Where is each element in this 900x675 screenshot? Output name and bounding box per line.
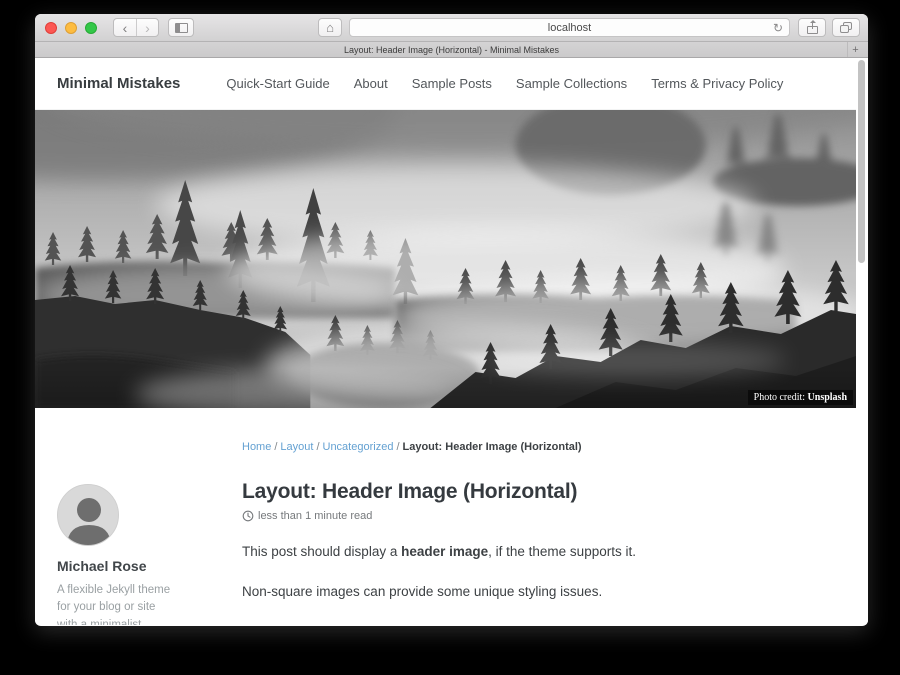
url-input[interactable] — [350, 22, 789, 34]
read-time: less than 1 minute read — [258, 510, 372, 522]
zoom-button[interactable] — [85, 22, 97, 34]
tab-title[interactable]: Layout: Header Image (Horizontal) - Mini… — [344, 45, 559, 55]
site-nav: Quick-Start Guide About Sample Posts Sam… — [226, 76, 783, 91]
tab-bar: Layout: Header Image (Horizontal) - Mini… — [35, 42, 868, 58]
avatar — [57, 484, 119, 546]
address-bar: ↻ — [349, 18, 790, 37]
share-button[interactable] — [798, 18, 826, 37]
forward-button[interactable]: › — [136, 19, 158, 36]
traffic-lights — [45, 22, 97, 34]
browser-toolbar: ‹ › ⌂ ↻ — [35, 14, 868, 42]
reload-icon[interactable]: ↻ — [773, 21, 783, 35]
breadcrumb-layout[interactable]: Layout — [280, 441, 313, 453]
breadcrumb: Home/Layout/Uncategorized/Layout: Header… — [242, 441, 794, 453]
author-bio: A flexible Jekyll theme for your blog or… — [57, 582, 179, 625]
history-buttons: ‹ › — [113, 18, 159, 37]
breadcrumb-separator: / — [396, 441, 399, 453]
web-page: Minimal Mistakes Quick-Start Guide About… — [35, 58, 856, 625]
nav-item-about[interactable]: About — [354, 76, 388, 91]
photo-credit-label: Photo credit: — [754, 392, 808, 403]
post-body: This post should display a header image,… — [242, 543, 794, 625]
breadcrumb-separator: / — [316, 441, 319, 453]
scrollbar-track[interactable] — [856, 58, 868, 625]
breadcrumb-current: Layout: Header Image (Horizontal) — [403, 441, 582, 453]
header-image: Photo credit: Unsplash — [35, 110, 856, 408]
page-viewport: Minimal Mistakes Quick-Start Guide About… — [35, 58, 868, 625]
breadcrumb-separator: / — [274, 441, 277, 453]
sidebar-toggle-button[interactable] — [168, 18, 194, 37]
tab-overview-button[interactable] — [832, 18, 860, 37]
new-tab-button[interactable]: + — [847, 42, 863, 57]
breadcrumb-home[interactable]: Home — [242, 441, 271, 453]
share-icon — [807, 22, 818, 34]
nav-item-quick-start-guide[interactable]: Quick-Start Guide — [226, 76, 329, 91]
site-title[interactable]: Minimal Mistakes — [57, 75, 180, 92]
photo-credit: Photo credit: Unsplash — [748, 390, 853, 405]
paragraph: Non-square images can provide some uniqu… — [242, 583, 794, 602]
tab-overview-icon — [840, 22, 852, 33]
breadcrumb-uncategorized[interactable]: Uncategorized — [323, 441, 394, 453]
scrollbar-thumb[interactable] — [858, 60, 865, 263]
nav-item-sample-collections[interactable]: Sample Collections — [516, 76, 627, 91]
browser-window: ‹ › ⌂ ↻ Layout: Header Image (Horizontal… — [35, 14, 868, 626]
post-title: Layout: Header Image (Horizontal) — [242, 480, 794, 504]
nav-item-sample-posts[interactable]: Sample Posts — [412, 76, 492, 91]
post-meta: less than 1 minute read — [242, 510, 794, 522]
nav-item-terms-privacy[interactable]: Terms & Privacy Policy — [651, 76, 783, 91]
paragraph: This post tests a horizontal header imag… — [242, 623, 794, 625]
article-layout: Michael Rose A flexible Jekyll theme for… — [35, 408, 856, 625]
photo-credit-source: Unsplash — [808, 392, 847, 403]
minimize-button[interactable] — [65, 22, 77, 34]
author-sidebar: Michael Rose A flexible Jekyll theme for… — [57, 441, 220, 625]
home-button[interactable]: ⌂ — [318, 18, 342, 37]
paragraph: This post should display a header image,… — [242, 543, 794, 562]
sidebar-icon — [175, 23, 188, 33]
post-content: Home/Layout/Uncategorized/Layout: Header… — [220, 441, 834, 625]
person-icon — [58, 485, 119, 546]
author-name: Michael Rose — [57, 558, 220, 574]
back-button[interactable]: ‹ — [114, 19, 136, 36]
site-masthead: Minimal Mistakes Quick-Start Guide About… — [35, 58, 856, 110]
clock-icon — [242, 510, 254, 522]
close-button[interactable] — [45, 22, 57, 34]
